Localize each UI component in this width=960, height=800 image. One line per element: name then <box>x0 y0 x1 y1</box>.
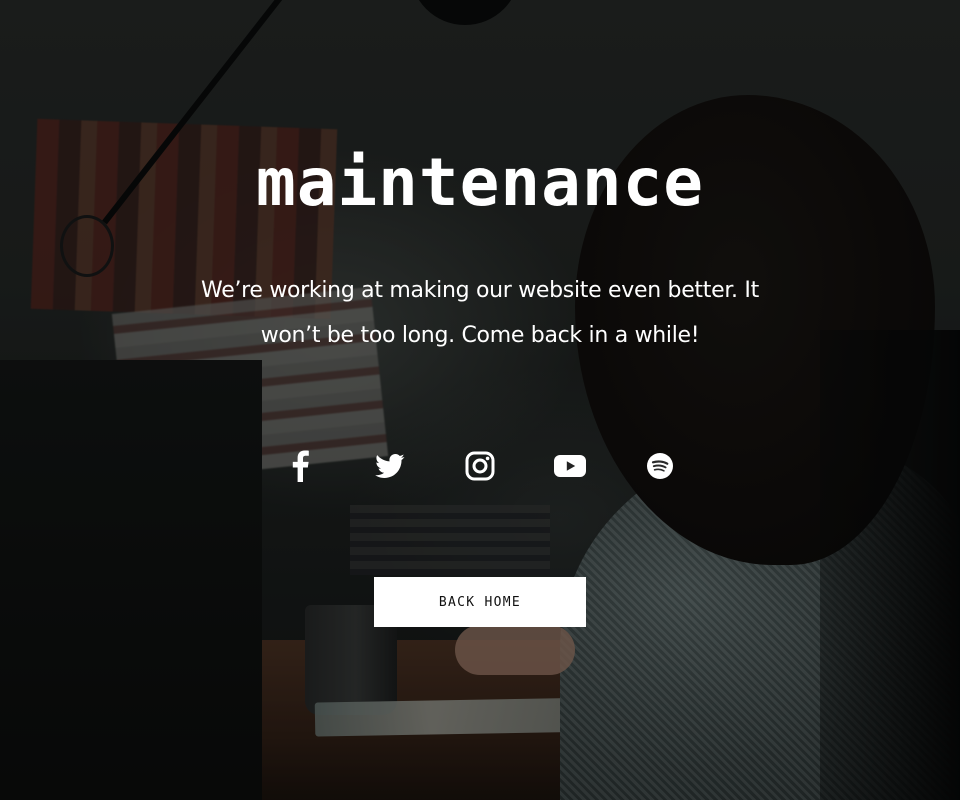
page-title: maintenance <box>255 144 705 221</box>
youtube-icon <box>554 455 586 477</box>
twitter-icon <box>375 454 405 478</box>
spotify-link[interactable] <box>644 446 676 486</box>
facebook-link[interactable] <box>284 446 316 486</box>
maintenance-page: maintenance We’re working at making our … <box>0 0 960 800</box>
instagram-icon <box>465 451 495 481</box>
hero-content: maintenance We’re working at making our … <box>0 0 960 800</box>
social-links <box>0 446 960 486</box>
spotify-icon <box>647 453 673 479</box>
maintenance-message: We’re working at making our website even… <box>201 278 759 348</box>
youtube-link[interactable] <box>554 446 586 486</box>
back-home-button[interactable]: BACK HOME <box>374 577 586 627</box>
twitter-link[interactable] <box>374 446 406 486</box>
instagram-link[interactable] <box>464 446 496 486</box>
facebook-icon <box>291 450 309 482</box>
